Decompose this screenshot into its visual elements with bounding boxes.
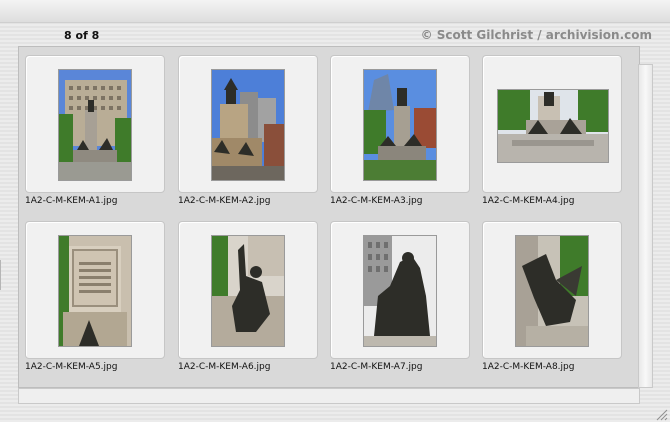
thumbnail-frame[interactable] bbox=[178, 55, 318, 193]
thumbnail-frame[interactable] bbox=[330, 221, 470, 359]
thumbnail-filename: 1A2-C-M-KEM-A2.jpg bbox=[178, 196, 271, 206]
thumbnail-filename: 1A2-C-M-KEM-A1.jpg bbox=[25, 196, 118, 206]
horizontal-scroll-strip[interactable] bbox=[18, 388, 640, 404]
monument-tower-photo[interactable] bbox=[363, 69, 437, 181]
thumbnail-item[interactable]: 1A2-C-M-KEM-A2.jpg bbox=[178, 55, 330, 215]
seated-figure-photo[interactable] bbox=[211, 235, 285, 347]
thumbnail-item[interactable]: 1A2-C-M-KEM-A8.jpg bbox=[482, 221, 634, 381]
panel-edge-marker bbox=[0, 260, 4, 290]
monument-skyline-photo[interactable] bbox=[211, 69, 285, 181]
figure-group-photo[interactable] bbox=[363, 235, 437, 347]
thumbnail-item[interactable]: 1A2-C-M-KEM-A7.jpg bbox=[330, 221, 482, 381]
thumbnail-frame[interactable] bbox=[482, 55, 622, 193]
thumbnail-filename: 1A2-C-M-KEM-A5.jpg bbox=[25, 362, 118, 372]
thumbnail-frame[interactable] bbox=[330, 55, 470, 193]
thumbnail-item[interactable]: 1A2-C-M-KEM-A3.jpg bbox=[330, 55, 482, 215]
thumbnail-filename: 1A2-C-M-KEM-A4.jpg bbox=[482, 196, 575, 206]
vertical-scrollbar[interactable] bbox=[638, 64, 653, 388]
winged-figure-photo[interactable] bbox=[515, 235, 589, 347]
thumbnail-frame[interactable] bbox=[482, 221, 622, 359]
monument-inscription-photo[interactable] bbox=[58, 235, 132, 347]
resize-grip-icon[interactable] bbox=[654, 406, 668, 421]
window-top-bar bbox=[0, 0, 670, 23]
thumbnail-filename: 1A2-C-M-KEM-A7.jpg bbox=[330, 362, 423, 372]
photo-credit: © Scott Gilchrist / archivision.com bbox=[420, 28, 652, 42]
thumbnail-item[interactable]: 1A2-C-M-KEM-A5.jpg bbox=[25, 221, 177, 381]
thumbnail-frame[interactable] bbox=[25, 221, 165, 359]
thumbnail-item[interactable]: 1A2-C-M-KEM-A6.jpg bbox=[178, 221, 330, 381]
thumbnail-grid: 1A2-C-M-KEM-A1.jpg 1A2-C-M-KEM-A2.jpg 1A… bbox=[19, 47, 639, 387]
thumbnail-filename: 1A2-C-M-KEM-A8.jpg bbox=[482, 362, 575, 372]
thumbnail-frame[interactable] bbox=[25, 55, 165, 193]
monument-plaza-photo[interactable] bbox=[497, 89, 609, 163]
thumbnail-filename: 1A2-C-M-KEM-A3.jpg bbox=[330, 196, 423, 206]
thumbnail-filename: 1A2-C-M-KEM-A6.jpg bbox=[178, 362, 271, 372]
thumbnail-frame[interactable] bbox=[178, 221, 318, 359]
thumbnail-panel: 1A2-C-M-KEM-A1.jpg 1A2-C-M-KEM-A2.jpg 1A… bbox=[18, 46, 640, 388]
viewer-header: 8 of 8 © Scott Gilchrist / archivision.c… bbox=[0, 24, 670, 46]
image-count: 8 of 8 bbox=[64, 29, 100, 42]
thumbnail-item[interactable]: 1A2-C-M-KEM-A4.jpg bbox=[482, 55, 634, 215]
monument-building-photo[interactable] bbox=[58, 69, 132, 181]
thumbnail-item[interactable]: 1A2-C-M-KEM-A1.jpg bbox=[25, 55, 177, 215]
